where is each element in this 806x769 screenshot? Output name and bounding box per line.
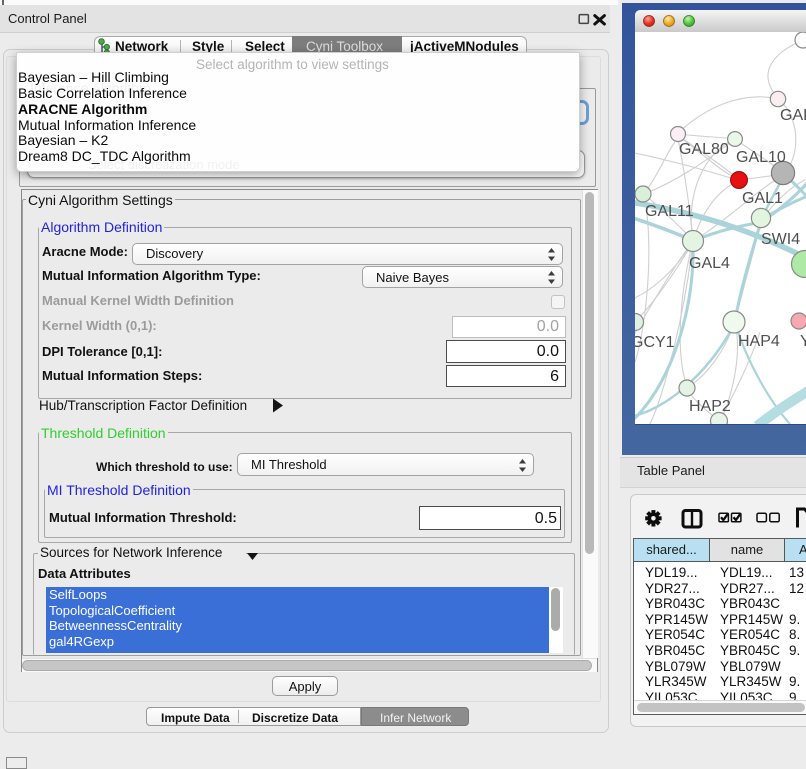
svg-text:GAL: GAL: [780, 107, 806, 124]
svg-text:GAL10: GAL10: [736, 149, 786, 166]
svg-text:GAL11: GAL11: [645, 203, 694, 220]
svg-text:GAL80: GAL80: [679, 141, 729, 158]
svg-text:Y: Y: [800, 333, 806, 350]
svg-text:HAP4: HAP4: [738, 333, 780, 350]
svg-text:GAL4: GAL4: [689, 255, 730, 272]
svg-text:SWI4: SWI4: [761, 231, 800, 248]
svg-text:GCY1: GCY1: [635, 334, 675, 351]
svg-text:HAP2: HAP2: [689, 398, 731, 415]
svg-text:GAL1: GAL1: [742, 190, 783, 207]
